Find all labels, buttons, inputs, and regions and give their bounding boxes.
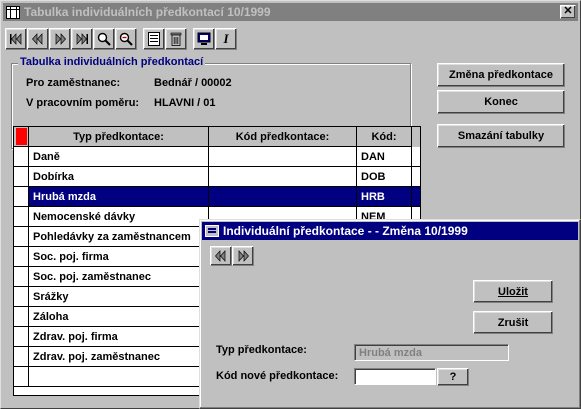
dialog-next-button[interactable] bbox=[232, 246, 254, 266]
short-code-cell[interactable]: DOB bbox=[357, 167, 412, 186]
delete-button[interactable] bbox=[165, 28, 187, 50]
type-cell[interactable]: Soc. poj. zaměstnanec bbox=[29, 267, 209, 286]
current-row-marker bbox=[15, 128, 27, 145]
list-button[interactable] bbox=[143, 28, 165, 50]
grid-header: Typ předkontace: Kód předkontace: Kód: bbox=[14, 127, 420, 147]
type-cell[interactable] bbox=[29, 367, 209, 386]
row-indicator-cell bbox=[14, 227, 29, 246]
type-cell[interactable]: Hrubá mzda bbox=[29, 187, 209, 206]
row-indicator-cell bbox=[14, 147, 29, 166]
save-button-label: Uložit bbox=[498, 285, 528, 298]
last-record-button[interactable] bbox=[71, 28, 93, 50]
row-indicator-cell bbox=[14, 327, 29, 346]
type-label: Typ předkontace: bbox=[216, 344, 307, 356]
row-indicator-cell bbox=[14, 267, 29, 286]
table-row[interactable]: Daně DAN bbox=[14, 147, 420, 167]
grid-indicator-header bbox=[14, 127, 29, 147]
type-cell[interactable]: Daně bbox=[29, 147, 209, 166]
row-indicator-cell bbox=[14, 187, 29, 206]
close-button[interactable]: Konec bbox=[437, 90, 565, 114]
dialog-titlebar[interactable]: Individuální předkontace - - Změna 10/19… bbox=[202, 222, 578, 240]
dialog-prev-button[interactable] bbox=[210, 246, 232, 266]
next-record-button[interactable] bbox=[49, 28, 71, 50]
row-indicator-cell bbox=[14, 247, 29, 266]
main-window-title: Tabulka individuálních předkontací 10/19… bbox=[24, 5, 271, 19]
change-assignment-button[interactable]: Změna předkontace bbox=[437, 63, 565, 87]
type-cell[interactable]: Soc. poj. firma bbox=[29, 247, 209, 266]
table-row[interactable]: Hrubá mzda HRB bbox=[14, 187, 420, 207]
first-record-icon bbox=[10, 33, 22, 45]
prev-record-button[interactable] bbox=[27, 28, 49, 50]
info-group-legend: Tabulka individuálních předkontací bbox=[18, 56, 206, 68]
main-titlebar[interactable]: Tabulka individuálních předkontací 10/19… bbox=[3, 3, 578, 21]
cancel-button-label: Zrušit bbox=[497, 316, 529, 329]
type-cell[interactable]: Dobírka bbox=[29, 167, 209, 186]
type-cell[interactable]: Pohledávky za zaměstnancem bbox=[29, 227, 209, 246]
next-record-icon bbox=[238, 250, 249, 262]
next-record-icon bbox=[55, 33, 66, 45]
employee-label: Pro zaměstnanec: bbox=[26, 77, 121, 89]
trash-icon bbox=[170, 32, 182, 46]
row-indicator-cell bbox=[14, 307, 29, 326]
employee-value: Bednář / 00002 bbox=[154, 77, 232, 89]
zoom-out-button[interactable] bbox=[115, 28, 137, 50]
info-button[interactable]: I bbox=[215, 28, 237, 50]
close-window-button[interactable]: ✕ bbox=[560, 5, 576, 19]
prev-record-icon bbox=[215, 250, 226, 262]
type-cell[interactable]: Zdrav. poj. firma bbox=[29, 327, 209, 346]
code-cell[interactable] bbox=[209, 147, 357, 166]
zoom-out-icon bbox=[119, 32, 133, 46]
row-indicator-cell bbox=[14, 287, 29, 306]
save-button[interactable]: Uložit bbox=[473, 280, 553, 303]
short-code-cell[interactable]: DAN bbox=[357, 147, 412, 166]
dialog-nav bbox=[210, 246, 254, 266]
print-preview-button[interactable] bbox=[193, 28, 215, 50]
column-header-short[interactable]: Kód: bbox=[357, 127, 412, 147]
new-code-label: Kód nové předkontace: bbox=[216, 370, 339, 382]
row-indicator-cell bbox=[14, 207, 29, 226]
change-dialog: Individuální předkontace - - Změna 10/19… bbox=[199, 219, 581, 409]
prev-record-icon bbox=[32, 33, 43, 45]
new-code-input[interactable] bbox=[354, 368, 436, 385]
type-cell[interactable]: Zdrav. poj. zaměstnanec bbox=[29, 347, 209, 366]
short-code-cell[interactable]: HRB bbox=[357, 187, 412, 206]
row-indicator-cell bbox=[14, 367, 29, 386]
type-cell[interactable]: Srážky bbox=[29, 287, 209, 306]
employment-value: HLAVNI / 01 bbox=[154, 97, 216, 109]
table-icon bbox=[6, 5, 20, 19]
search-button[interactable] bbox=[93, 28, 115, 50]
dialog-window-icon bbox=[205, 225, 219, 237]
code-cell[interactable] bbox=[209, 187, 357, 206]
type-cell[interactable]: Nemocenské dávky bbox=[29, 207, 209, 226]
row-indicator-cell bbox=[14, 347, 29, 366]
type-field: Hrubá mzda bbox=[354, 344, 509, 361]
monitor-icon bbox=[197, 32, 211, 45]
toolbar: I bbox=[5, 27, 237, 51]
dialog-title: Individuální předkontace - - Změna 10/19… bbox=[223, 224, 468, 238]
employment-label: V pracovním poměru: bbox=[26, 97, 140, 109]
delete-table-button[interactable]: Smazání tabulky bbox=[437, 124, 565, 148]
lookup-button[interactable]: ? bbox=[437, 368, 469, 386]
column-header-type[interactable]: Typ předkontace: bbox=[29, 127, 209, 147]
search-icon bbox=[97, 32, 111, 46]
italic-info-icon: I bbox=[223, 31, 229, 46]
list-icon bbox=[148, 32, 160, 46]
first-record-button[interactable] bbox=[5, 28, 27, 50]
row-indicator-cell bbox=[14, 167, 29, 186]
type-cell[interactable]: Záloha bbox=[29, 307, 209, 326]
code-cell[interactable] bbox=[209, 167, 357, 186]
last-record-icon bbox=[76, 33, 88, 45]
column-header-code[interactable]: Kód předkontace: bbox=[209, 127, 357, 147]
cancel-button[interactable]: Zrušit bbox=[473, 311, 553, 334]
table-row[interactable]: Dobírka DOB bbox=[14, 167, 420, 187]
